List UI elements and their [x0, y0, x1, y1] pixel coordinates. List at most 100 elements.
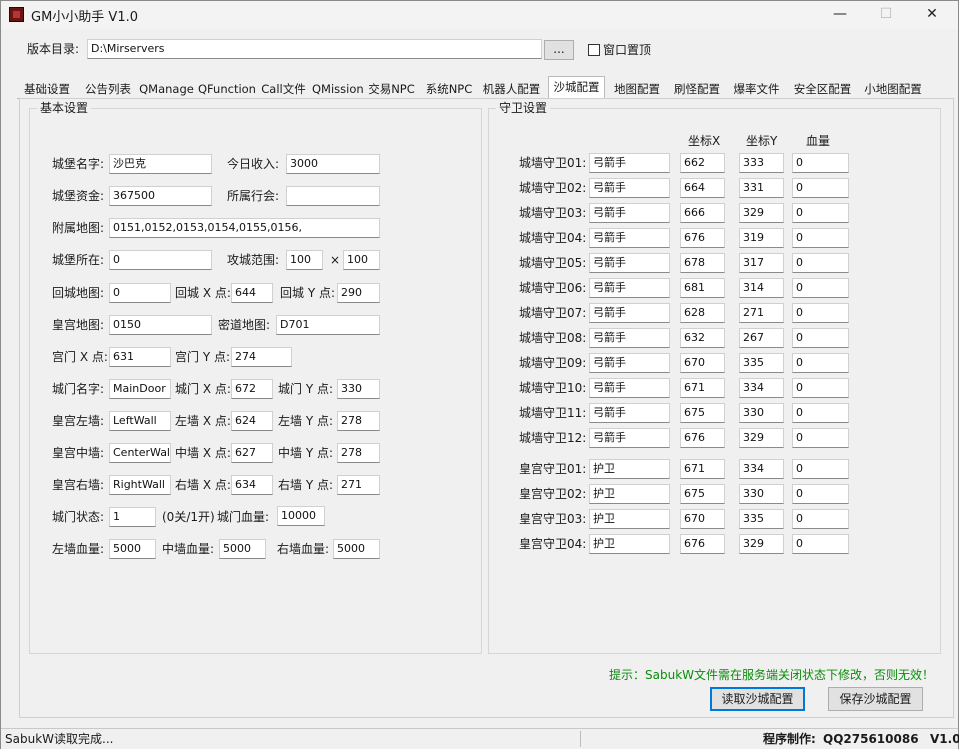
guard-y-input[interactable]: 314 — [739, 278, 784, 298]
guard-y-input[interactable]: 319 — [739, 228, 784, 248]
guard-hp-input[interactable]: 0 — [792, 178, 849, 198]
tab-12[interactable]: 爆率文件 — [729, 79, 784, 99]
guard-y-input[interactable]: 335 — [739, 353, 784, 373]
guard-x-input[interactable]: 670 — [680, 509, 725, 529]
browse-button[interactable]: ... — [544, 40, 574, 60]
guard-hp-input[interactable]: 0 — [792, 459, 849, 479]
castle-name-input[interactable]: 沙巴克 — [109, 154, 212, 174]
tab-9[interactable]: 沙城配置 — [548, 76, 605, 99]
guard-hp-input[interactable]: 0 — [792, 428, 849, 448]
rightwall-x-input[interactable]: 634 — [231, 475, 273, 495]
tab-14[interactable]: 小地图配置 — [861, 79, 925, 99]
guard-hp-input[interactable]: 0 — [792, 228, 849, 248]
return-x-input[interactable]: 644 — [231, 283, 273, 303]
guard-y-input[interactable]: 267 — [739, 328, 784, 348]
guard-x-input[interactable]: 632 — [680, 328, 725, 348]
pin-checkbox[interactable] — [588, 44, 600, 56]
citygate-x-input[interactable]: 672 — [231, 379, 273, 399]
return-map-input[interactable]: 0 — [109, 283, 171, 303]
leftwall-y-input[interactable]: 278 — [337, 411, 380, 431]
guard-x-input[interactable]: 676 — [680, 428, 725, 448]
guard-type-input[interactable]: 弓箭手 — [589, 428, 670, 448]
tab-6[interactable]: 交易NPC — [364, 79, 419, 99]
centerwall-input[interactable]: CenterWall — [109, 443, 171, 463]
centerwall-x-input[interactable]: 627 — [231, 443, 273, 463]
guard-x-input[interactable]: 676 — [680, 228, 725, 248]
guard-type-input[interactable]: 弓箭手 — [589, 378, 670, 398]
secret-map-input[interactable]: D701 — [276, 315, 380, 335]
guard-y-input[interactable]: 334 — [739, 459, 784, 479]
gate-x-input[interactable]: 631 — [109, 347, 171, 367]
maps-input[interactable]: 0151,0152,0153,0154,0155,0156, — [109, 218, 380, 238]
guard-type-input[interactable]: 弓箭手 — [589, 153, 670, 173]
guard-type-input[interactable]: 护卫 — [589, 509, 670, 529]
guard-y-input[interactable]: 334 — [739, 378, 784, 398]
guard-hp-input[interactable]: 0 — [792, 403, 849, 423]
tab-7[interactable]: 系统NPC — [423, 79, 475, 99]
guard-type-input[interactable]: 弓箭手 — [589, 253, 670, 273]
guard-y-input[interactable]: 335 — [739, 509, 784, 529]
guard-hp-input[interactable]: 0 — [792, 253, 849, 273]
guard-hp-input[interactable]: 0 — [792, 303, 849, 323]
guard-hp-input[interactable]: 0 — [792, 153, 849, 173]
close-button[interactable]: ✕ — [909, 1, 955, 29]
dir-input[interactable]: D:\Mirservers — [87, 39, 542, 59]
guard-type-input[interactable]: 弓箭手 — [589, 178, 670, 198]
guild-input[interactable] — [286, 186, 380, 206]
guard-type-input[interactable]: 弓箭手 — [589, 328, 670, 348]
gate-state-input[interactable]: 1 — [109, 507, 156, 527]
guard-hp-input[interactable]: 0 — [792, 328, 849, 348]
guard-y-input[interactable]: 329 — [739, 203, 784, 223]
guard-type-input[interactable]: 弓箭手 — [589, 203, 670, 223]
guard-type-input[interactable]: 弓箭手 — [589, 353, 670, 373]
guard-y-input[interactable]: 271 — [739, 303, 784, 323]
range-y-input[interactable]: 100 — [343, 250, 380, 270]
tab-1[interactable]: 公告列表 — [81, 79, 135, 99]
guard-type-input[interactable]: 护卫 — [589, 459, 670, 479]
guard-type-input[interactable]: 护卫 — [589, 534, 670, 554]
rightwall-y-input[interactable]: 271 — [337, 475, 380, 495]
centerwall-y-input[interactable]: 278 — [337, 443, 380, 463]
guard-y-input[interactable]: 329 — [739, 428, 784, 448]
tab-0[interactable]: 基础设置 — [17, 79, 77, 99]
tab-5[interactable]: QMission — [312, 79, 364, 99]
guard-type-input[interactable]: 护卫 — [589, 484, 670, 504]
guard-x-input[interactable]: 675 — [680, 484, 725, 504]
gate-hp-input[interactable]: 10000 — [277, 506, 325, 526]
leftwall-x-input[interactable]: 624 — [231, 411, 273, 431]
minimize-button[interactable]: — — [817, 1, 863, 29]
guard-hp-input[interactable]: 0 — [792, 509, 849, 529]
guard-x-input[interactable]: 666 — [680, 203, 725, 223]
citygate-name-input[interactable]: MainDoor — [109, 379, 171, 399]
guard-x-input[interactable]: 676 — [680, 534, 725, 554]
guard-y-input[interactable]: 317 — [739, 253, 784, 273]
guard-hp-input[interactable]: 0 — [792, 278, 849, 298]
centerwall-hp-input[interactable]: 5000 — [219, 539, 266, 559]
guard-x-input[interactable]: 662 — [680, 153, 725, 173]
tab-11[interactable]: 刷怪配置 — [669, 79, 725, 99]
guard-type-input[interactable]: 弓箭手 — [589, 228, 670, 248]
range-x-input[interactable]: 100 — [286, 250, 323, 270]
funds-input[interactable]: 367500 — [109, 186, 212, 206]
guard-hp-input[interactable]: 0 — [792, 534, 849, 554]
guard-type-input[interactable]: 弓箭手 — [589, 403, 670, 423]
guard-y-input[interactable]: 329 — [739, 534, 784, 554]
tab-8[interactable]: 机器人配置 — [479, 79, 544, 99]
tab-10[interactable]: 地图配置 — [609, 79, 665, 99]
guard-y-input[interactable]: 331 — [739, 178, 784, 198]
guard-x-input[interactable]: 628 — [680, 303, 725, 323]
rightwall-hp-input[interactable]: 5000 — [333, 539, 380, 559]
tab-3[interactable]: QFunction — [198, 79, 256, 99]
leftwall-hp-input[interactable]: 5000 — [109, 539, 156, 559]
return-y-input[interactable]: 290 — [337, 283, 380, 303]
guard-x-input[interactable]: 664 — [680, 178, 725, 198]
title-bar[interactable]: GM小小助手 V1.0 — ☐ ✕ — [1, 1, 958, 29]
leftwall-input[interactable]: LeftWall — [109, 411, 171, 431]
guard-hp-input[interactable]: 0 — [792, 203, 849, 223]
read-config-button[interactable]: 读取沙城配置 — [710, 687, 805, 711]
gate-y-input[interactable]: 274 — [231, 347, 292, 367]
citygate-y-input[interactable]: 330 — [337, 379, 380, 399]
location-input[interactable]: 0 — [109, 250, 212, 270]
guard-y-input[interactable]: 333 — [739, 153, 784, 173]
guard-x-input[interactable]: 671 — [680, 459, 725, 479]
